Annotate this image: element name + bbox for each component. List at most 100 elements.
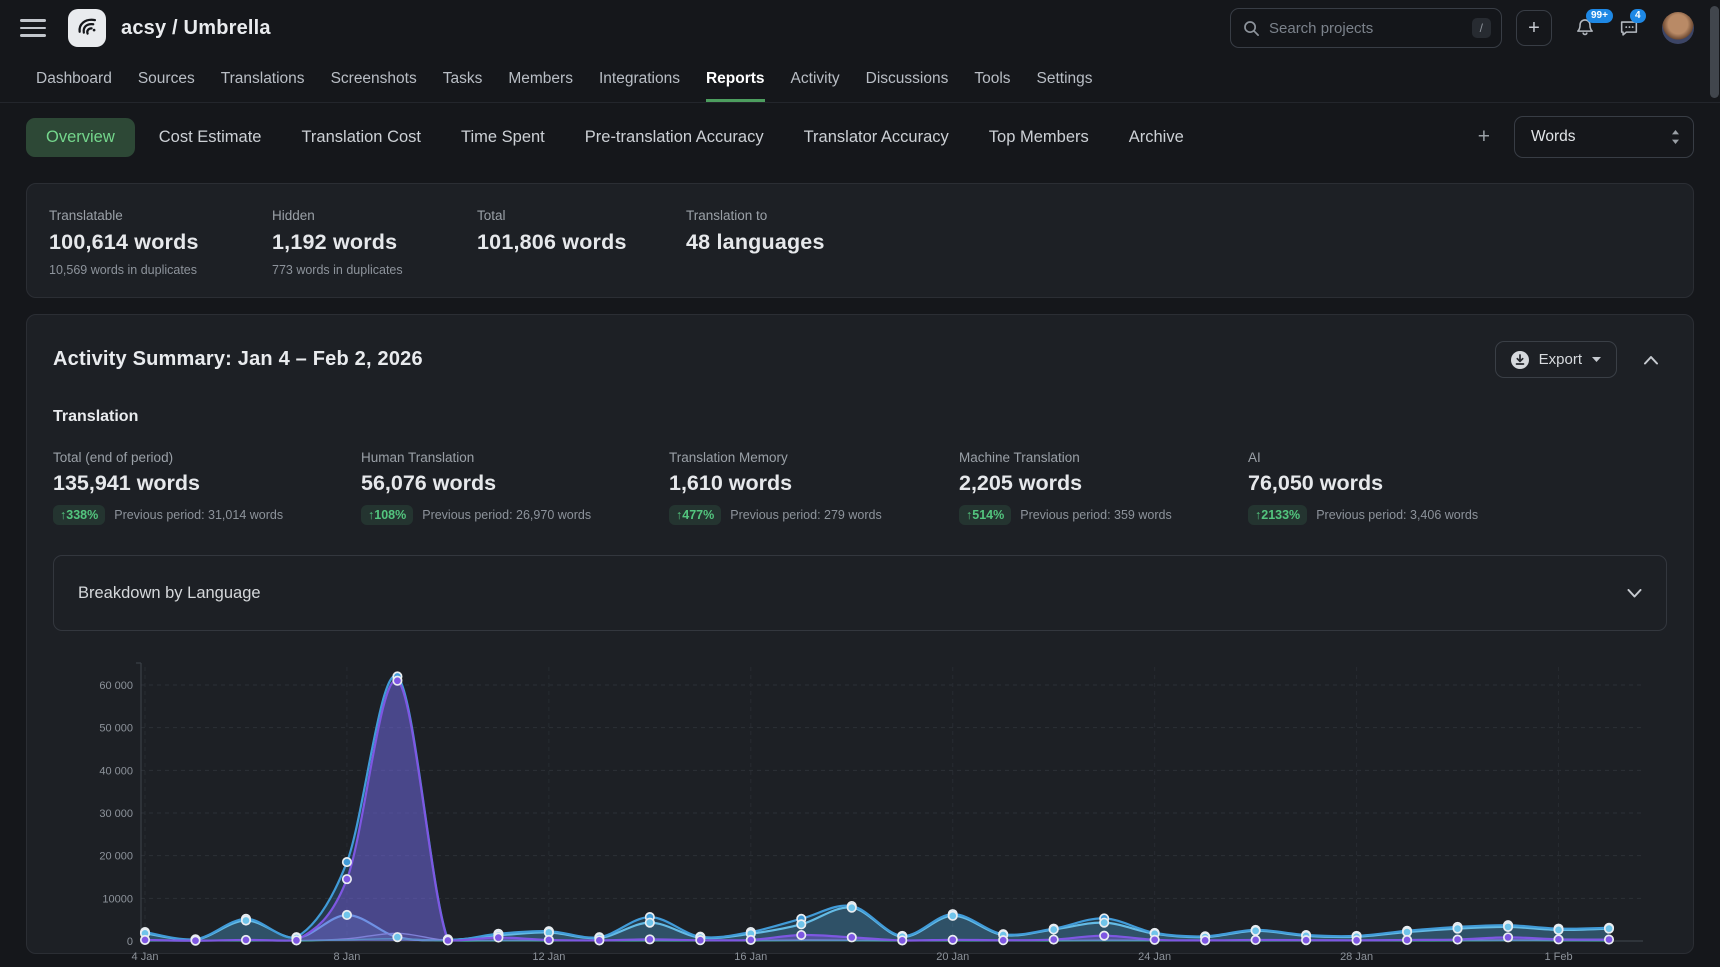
tab-settings[interactable]: Settings [1037,56,1093,102]
stat-label: Total [477,208,686,223]
metric-value: 2,205 words [959,471,1248,496]
metric-label: Total (end of period) [53,450,361,465]
svg-text:20 000: 20 000 [99,851,133,863]
stat-hidden: Hidden 1,192 words 773 words in duplicat… [272,208,477,277]
activity-chart-wrap: 01000020 00030 00040 00050 00060 0004 Ja… [53,653,1667,967]
notifications-button[interactable]: 99+ [1574,17,1596,39]
tab-tasks[interactable]: Tasks [443,56,483,102]
tab-discussions[interactable]: Discussions [866,56,949,102]
main-content: Translatable 100,614 words 10,569 words … [0,183,1720,954]
metric-machine-translation: Machine Translation 2,205 words ↑514% Pr… [959,450,1248,525]
chevron-down-icon [1627,589,1642,598]
tab-translations[interactable]: Translations [221,56,305,102]
select-arrows-icon [1670,129,1681,145]
stat-label: Translatable [49,208,272,223]
chevron-up-icon [1643,355,1659,365]
svg-text:8 Jan: 8 Jan [333,951,360,963]
tab-activity[interactable]: Activity [791,56,840,102]
metric-label: Translation Memory [669,450,959,465]
metric-label: Human Translation [361,450,669,465]
hamburger-menu-icon[interactable] [20,19,46,37]
previous-period: Previous period: 26,970 words [422,508,591,522]
svg-text:1 Feb: 1 Feb [1544,951,1572,963]
stat-total: Total 101,806 words [477,208,686,277]
activity-summary-card: Activity Summary: Jan 4 – Feb 2, 2026 Ex… [26,314,1694,954]
messages-badge: 4 [1630,9,1646,23]
metric-label: AI [1248,450,1478,465]
delta-badge: ↑514% [959,505,1011,525]
previous-period: Previous period: 3,406 words [1316,508,1478,522]
subtab-top-members[interactable]: Top Members [989,118,1089,157]
app-logo[interactable] [68,9,106,47]
tab-integrations[interactable]: Integrations [599,56,680,102]
tab-reports[interactable]: Reports [706,56,765,102]
subtab-translation-cost[interactable]: Translation Cost [301,118,421,157]
search-shortcut-key: / [1472,18,1491,38]
stat-languages: Translation to 48 languages [686,208,825,277]
export-button[interactable]: Export [1495,341,1617,378]
scrollbar-thumb[interactable] [1710,6,1719,98]
search-input[interactable] [1269,20,1472,37]
metric-value: 135,941 words [53,471,361,496]
metric-value: 56,076 words [361,471,669,496]
topbar: acsy / Umbrella / + 99+ 4 [0,0,1720,56]
activity-summary-header: Activity Summary: Jan 4 – Feb 2, 2026 Ex… [53,341,1667,378]
metric-human-translation: Human Translation 56,076 words ↑108% Pre… [361,450,669,525]
stat-value: 1,192 words [272,230,477,255]
tab-screenshots[interactable]: Screenshots [331,56,417,102]
translation-section-label: Translation [53,408,1667,426]
metric-value: 1,610 words [669,471,959,496]
svg-text:30 000: 30 000 [99,808,133,820]
metric-total: Total (end of period) 135,941 words ↑338… [53,450,361,525]
unit-select[interactable]: Words [1514,116,1694,158]
svg-text:12 Jan: 12 Jan [532,951,565,963]
bird-logo-icon [72,13,102,43]
search-box[interactable]: / [1230,8,1502,48]
metric-translation-memory: Translation Memory 1,610 words ↑477% Pre… [669,450,959,525]
reports-subnav: Overview Cost Estimate Translation Cost … [0,103,1720,171]
subtab-archive[interactable]: Archive [1129,118,1184,157]
translation-metrics: Total (end of period) 135,941 words ↑338… [53,450,1667,525]
project-nav: Dashboard Sources Translations Screensho… [0,56,1720,103]
messages-button[interactable]: 4 [1618,17,1640,39]
delta-badge: ↑338% [53,505,105,525]
stat-value: 100,614 words [49,230,272,255]
subtab-cost-estimate[interactable]: Cost Estimate [159,118,262,157]
stat-value: 101,806 words [477,230,686,255]
tab-members[interactable]: Members [508,56,573,102]
breakdown-by-language-toggle[interactable]: Breakdown by Language [53,555,1667,631]
activity-chart: 01000020 00030 00040 00050 00060 0004 Ja… [53,653,1663,967]
svg-text:28 Jan: 28 Jan [1340,951,1373,963]
svg-text:16 Jan: 16 Jan [734,951,767,963]
subtab-translator-accuracy[interactable]: Translator Accuracy [804,118,949,157]
svg-text:60 000: 60 000 [99,680,133,692]
user-avatar[interactable] [1662,12,1694,44]
svg-text:24 Jan: 24 Jan [1138,951,1171,963]
word-stats-card: Translatable 100,614 words 10,569 words … [26,183,1694,298]
collapse-section-button[interactable] [1643,355,1659,365]
subtab-overview[interactable]: Overview [26,118,135,157]
svg-text:0: 0 [127,936,133,948]
subtab-time-spent[interactable]: Time Spent [461,118,545,157]
metric-label: Machine Translation [959,450,1248,465]
page-scrollbar[interactable] [1709,0,1720,967]
previous-period: Previous period: 359 words [1020,508,1171,522]
svg-text:4 Jan: 4 Jan [132,951,159,963]
tab-sources[interactable]: Sources [138,56,195,102]
tab-tools[interactable]: Tools [974,56,1010,102]
svg-text:40 000: 40 000 [99,765,133,777]
delta-badge: ↑2133% [1248,505,1307,525]
add-report-button[interactable]: + [1478,125,1490,149]
stat-value: 48 languages [686,230,825,255]
create-project-button[interactable]: + [1516,10,1552,46]
project-breadcrumb: acsy / Umbrella [121,17,271,40]
stat-translatable: Translatable 100,614 words 10,569 words … [49,208,272,277]
export-label: Export [1539,351,1582,368]
stat-sub: 773 words in duplicates [272,263,477,277]
subtab-pretranslation-accuracy[interactable]: Pre-translation Accuracy [585,118,764,157]
stat-sub: 10,569 words in duplicates [49,263,272,277]
download-icon [1510,350,1530,370]
metric-ai: AI 76,050 words ↑2133% Previous period: … [1248,450,1478,525]
svg-text:10000: 10000 [102,893,133,905]
tab-dashboard[interactable]: Dashboard [36,56,112,102]
